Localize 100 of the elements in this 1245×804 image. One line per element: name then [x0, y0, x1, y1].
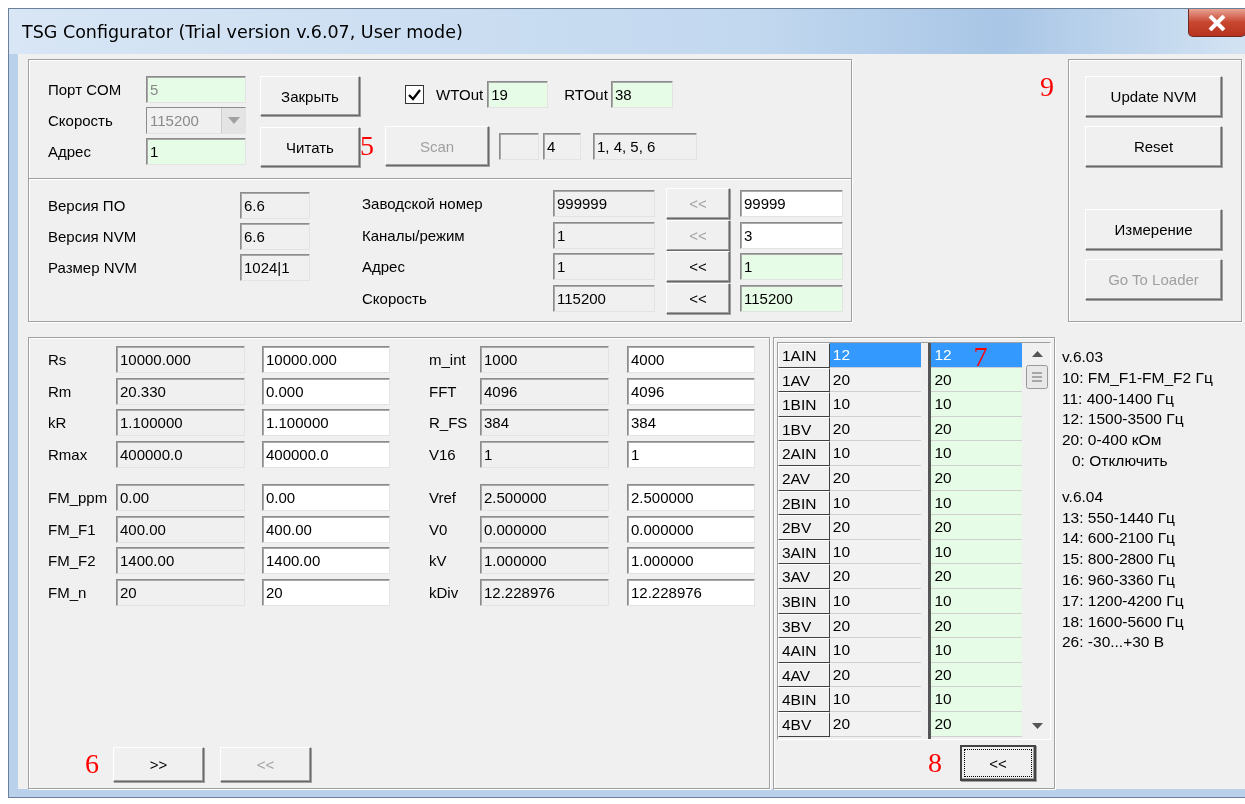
- input-field[interactable]: 4000: [627, 346, 755, 374]
- row-header[interactable]: 1AV: [778, 367, 830, 393]
- table-cell[interactable]: 20: [931, 367, 1023, 393]
- button[interactable]: <<: [960, 745, 1036, 781]
- readonly-field: 1400.00: [116, 547, 245, 575]
- annotation-number: 6: [85, 750, 97, 778]
- readonly-field: 4: [543, 132, 581, 160]
- row-header[interactable]: 4BV: [778, 711, 830, 737]
- param-label: V16: [429, 445, 457, 463]
- setting-label: Каналы/режим: [362, 226, 466, 244]
- row-header[interactable]: 1BIN: [778, 392, 830, 417]
- readonly-field: 1.000000: [480, 547, 609, 575]
- param-label: kV: [429, 552, 448, 570]
- setting-label: Скорость: [362, 289, 428, 307]
- empty-field: [499, 132, 539, 160]
- table-cell[interactable]: 10: [931, 441, 1023, 466]
- readonly-field: 4096: [480, 377, 609, 405]
- input-field[interactable]: 20: [262, 578, 390, 606]
- annotation-number: 9: [1040, 73, 1054, 101]
- row-header[interactable]: 4AV: [778, 662, 830, 688]
- table-cell[interactable]: 20: [931, 465, 1023, 491]
- checkbox[interactable]: [405, 85, 424, 104]
- field-label: Адрес: [48, 143, 92, 160]
- param-label: V0: [429, 520, 449, 538]
- legend-text: 17: 1200-4200 Гц: [1062, 590, 1185, 611]
- input-field[interactable]: 1: [740, 253, 843, 281]
- button[interactable]: Reset: [1085, 126, 1222, 167]
- param-label: kR: [48, 414, 68, 432]
- readonly-field: 1, 4, 5, 6: [593, 132, 697, 160]
- input-field[interactable]: 19: [487, 81, 549, 108]
- button[interactable]: Update NVM: [1085, 76, 1222, 117]
- field-label: RTOut: [564, 86, 608, 103]
- readonly-field: 6.6: [240, 223, 310, 250]
- input-field[interactable]: 384: [627, 409, 755, 437]
- scroll-thumb[interactable]: [1026, 365, 1049, 389]
- input-field[interactable]: 10000.000: [262, 346, 390, 374]
- input-field[interactable]: 0.000: [262, 377, 390, 405]
- annotation-number: 8: [928, 749, 942, 777]
- row-header[interactable]: 2BIN: [778, 490, 830, 516]
- window-title: TSG Configurator (Trial version v.6.07, User mode): [22, 21, 463, 42]
- row-header[interactable]: 4AIN: [778, 638, 830, 663]
- setting-label: Адрес: [362, 258, 406, 276]
- input-field[interactable]: 12.228976: [627, 578, 755, 606]
- table-cell[interactable]: 10: [931, 490, 1023, 516]
- legend-text: 0: Отключить: [1071, 451, 1169, 471]
- input-field[interactable]: 0.00: [262, 484, 390, 512]
- row-header[interactable]: 3BIN: [778, 588, 830, 614]
- input-field[interactable]: 1.100000: [262, 409, 390, 437]
- input-field[interactable]: 4096: [627, 377, 755, 405]
- input-field[interactable]: 400.00: [262, 515, 390, 543]
- input-field[interactable]: 1400.00: [262, 547, 390, 575]
- table-cell[interactable]: 20: [931, 662, 1023, 688]
- param-label: FM_F1: [48, 520, 97, 538]
- table-cell[interactable]: 10: [931, 539, 1023, 565]
- row-header[interactable]: 3AV: [778, 564, 830, 589]
- row-header[interactable]: 2AIN: [778, 441, 830, 466]
- input-field[interactable]: 0.000000: [627, 515, 755, 543]
- input-field[interactable]: 1: [627, 440, 755, 468]
- table-cell[interactable]: 20: [931, 613, 1023, 639]
- legend-text: 26: -30...+30 В: [1062, 632, 1166, 653]
- row-header[interactable]: 1BV: [778, 416, 830, 442]
- button[interactable]: >>: [113, 746, 204, 782]
- table-cell[interactable]: 10: [931, 638, 1023, 663]
- readonly-field: 1024|1: [240, 254, 310, 281]
- button[interactable]: <<: [666, 251, 730, 283]
- input-field[interactable]: 1: [146, 138, 246, 165]
- row-header[interactable]: 3AIN: [778, 539, 830, 565]
- param-label: FM_n: [48, 583, 88, 601]
- input-field[interactable]: 2.500000: [627, 484, 755, 512]
- table-cell[interactable]: 20: [931, 564, 1023, 589]
- readonly-field: 1: [480, 440, 609, 468]
- button[interactable]: Читать: [260, 127, 360, 167]
- button[interactable]: Закрыть: [260, 76, 360, 116]
- legend-text: 18: 1600-5600 Гц: [1062, 611, 1185, 632]
- readonly-field: 10000.000: [116, 346, 245, 374]
- button[interactable]: Измерение: [1085, 209, 1222, 250]
- field-label: Скорость: [48, 112, 114, 129]
- field-label: Порт COM: [48, 81, 123, 98]
- close-button[interactable]: [1188, 9, 1245, 37]
- readonly-field: 1000: [480, 346, 609, 374]
- table-cell[interactable]: 20: [931, 711, 1023, 737]
- table-cell[interactable]: 20: [931, 515, 1023, 540]
- input-field[interactable]: 400000.0: [262, 440, 390, 468]
- input-field[interactable]: 1.000000: [627, 547, 755, 575]
- row-header[interactable]: 2BV: [778, 515, 830, 540]
- table-cell[interactable]: 10: [931, 687, 1023, 712]
- row-header[interactable]: 2AV: [778, 465, 830, 491]
- row-header[interactable]: 3BV: [778, 613, 830, 639]
- readonly-field: 1: [553, 253, 655, 281]
- input-field[interactable]: 38: [610, 81, 673, 108]
- table-cell[interactable]: 10: [931, 588, 1023, 614]
- readonly-field: 2.500000: [480, 484, 609, 512]
- row-header[interactable]: 4BIN: [778, 687, 830, 712]
- table-cell[interactable]: 10: [931, 392, 1023, 417]
- readonly-field: 999999: [553, 190, 655, 218]
- legend-text: 15: 800-2800 Гц: [1062, 549, 1176, 570]
- row-header[interactable]: 1AIN: [778, 343, 830, 368]
- button[interactable]: <<: [666, 282, 730, 314]
- table-cell[interactable]: 20: [931, 416, 1023, 442]
- input-field[interactable]: 115200: [740, 284, 843, 312]
